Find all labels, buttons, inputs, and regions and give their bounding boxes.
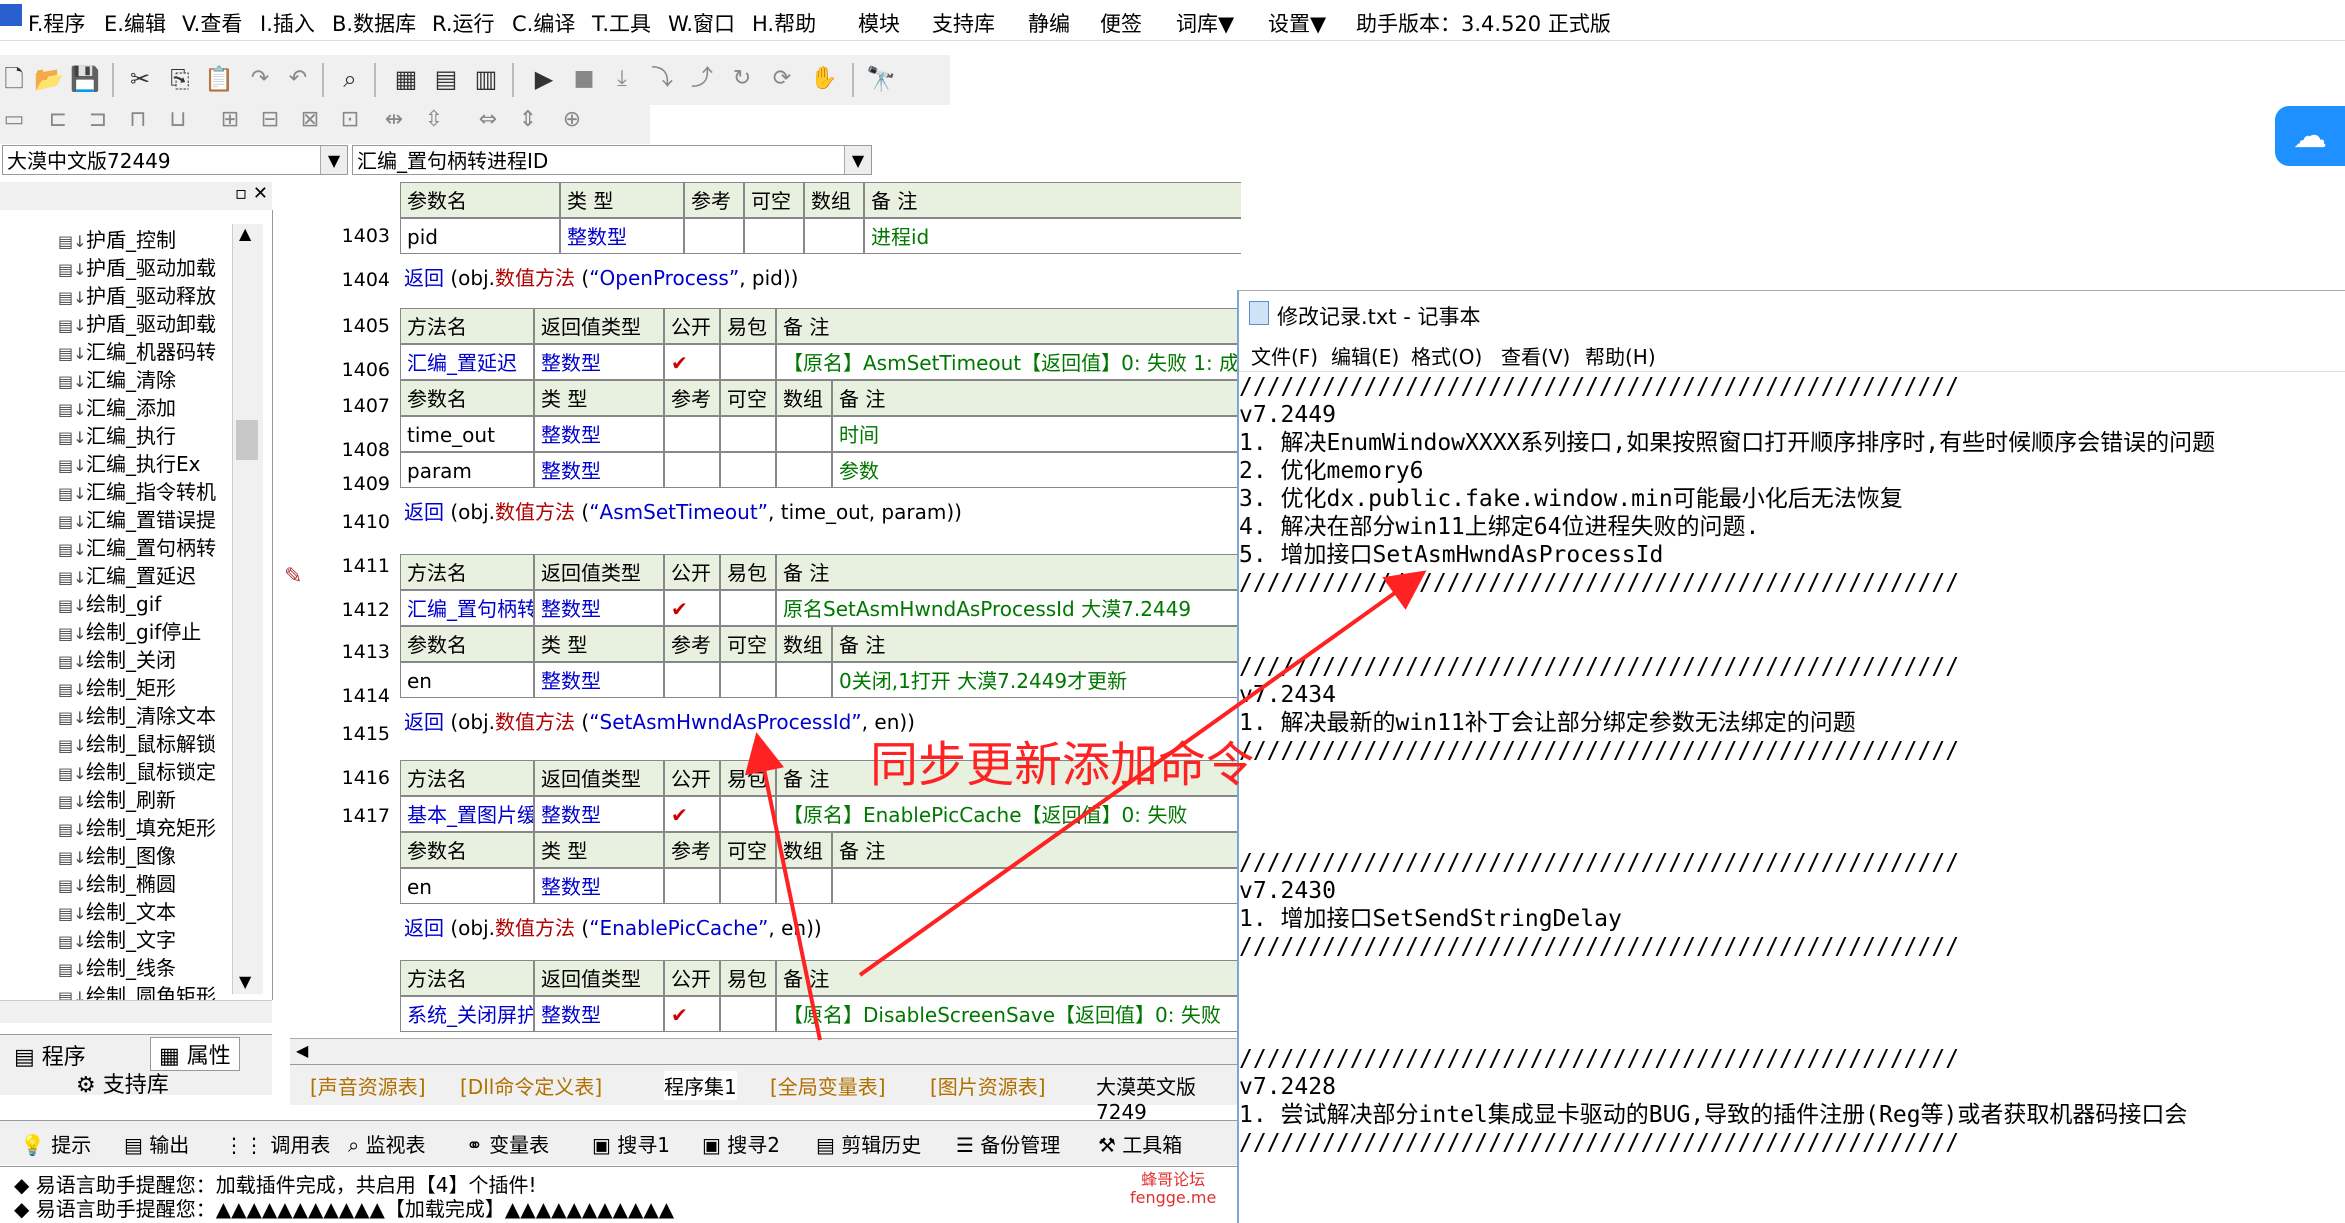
arrow-to-code (744, 732, 822, 1041)
annotation-arrows (744, 570, 1427, 1041)
annotation-text: 同步更新添加命令 (870, 737, 1255, 793)
